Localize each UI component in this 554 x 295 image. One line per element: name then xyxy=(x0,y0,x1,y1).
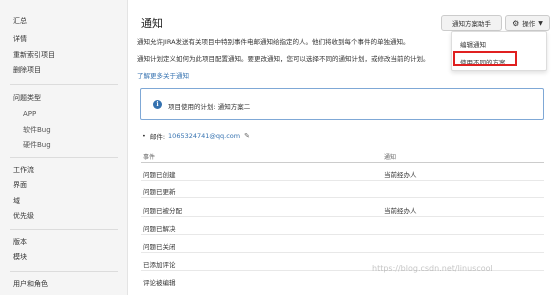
column-header-notification: 通知 xyxy=(384,154,397,161)
email-prefix: 邮件: xyxy=(149,133,166,141)
pencil-icon[interactable]: ✎ xyxy=(244,132,250,140)
gear-icon: ⚙ xyxy=(512,18,520,28)
table-row: 评论被编辑 xyxy=(141,272,544,289)
table-row: 问题已关闭 xyxy=(141,236,544,253)
menu-item-edit-notifications[interactable]: 编辑通知 xyxy=(460,39,486,49)
event-cell: 问题已关闭 xyxy=(143,243,176,251)
sidebar-divider xyxy=(10,229,118,230)
sidebar-item-hardware-bug[interactable]: 硬件Bug xyxy=(23,141,51,150)
main-content: 通知 通知方案助手 ⚙ 操作 ▼ 通知允许JIRA发送有关项目中特别事件电邮通知… xyxy=(128,0,554,295)
watermark: https://blog.csdn.net/linuscool xyxy=(372,264,493,273)
sidebar-item-software-bug[interactable]: 软件Bug xyxy=(23,126,51,135)
actions-button[interactable]: ⚙ 操作 ▼ xyxy=(505,15,550,31)
sidebar-item-reindex[interactable]: 重新索引项目 xyxy=(13,51,55,60)
notification-cell: 当前经办人 xyxy=(384,207,417,215)
table-row: 问题已更新 xyxy=(141,181,544,198)
table-row: 问题已创建 当前经办人 xyxy=(141,164,544,181)
sidebar-item-app[interactable]: APP xyxy=(23,110,36,119)
event-cell: 问题已解决 xyxy=(143,225,176,233)
learn-more-link[interactable]: 了解更多关于通知 xyxy=(137,72,189,80)
bullet-icon: • xyxy=(142,132,146,140)
sidebar-item-fields[interactable]: 域 xyxy=(13,197,20,206)
event-cell: 已添加评论 xyxy=(143,261,176,269)
table-row: 问题已被分配 当前经办人 xyxy=(141,200,544,217)
sidebar-item-summary[interactable]: 汇总 xyxy=(13,17,27,26)
highlight-box xyxy=(453,51,517,66)
description-line-2: 通知计划定义如何为此项目配置通知。要更改通知，您可以选择不同的通知计划，或修改当… xyxy=(137,55,430,63)
table-header: 事件 通知 xyxy=(141,150,544,163)
sidebar-item-versions[interactable]: 版本 xyxy=(13,238,27,247)
column-header-event: 事件 xyxy=(143,154,156,161)
email-link[interactable]: 1065324741@qq.com xyxy=(168,132,240,140)
email-row: • 邮件: 1065324741@qq.com ✎ xyxy=(142,131,250,141)
notification-cell: 当前经办人 xyxy=(384,171,417,179)
info-icon: i xyxy=(153,100,162,109)
actions-button-label: 操作 xyxy=(522,20,536,28)
description-line-1: 通知允许JIRA发送有关项目中特别事件电邮通知给指定的人。他们将收到每个事件的单… xyxy=(137,38,410,46)
notification-helper-button[interactable]: 通知方案助手 xyxy=(441,15,502,31)
page-title: 通知 xyxy=(141,17,163,30)
event-cell: 评论被编辑 xyxy=(143,279,176,287)
scheme-info-text: 项目使用的计划: 通知方案二 xyxy=(168,103,251,111)
sidebar-item-workflow[interactable]: 工作流 xyxy=(13,166,34,175)
chevron-down-icon: ▼ xyxy=(538,19,543,27)
sidebar-divider xyxy=(10,157,118,158)
event-cell: 问题已被分配 xyxy=(143,207,182,215)
sidebar-item-issue-types[interactable]: 问题类型 xyxy=(13,94,41,103)
sidebar-item-details[interactable]: 详情 xyxy=(13,35,27,44)
sidebar-divider xyxy=(10,84,118,85)
info-message: i 项目使用的计划: 通知方案二 xyxy=(140,88,544,120)
sidebar-item-delete[interactable]: 删除项目 xyxy=(13,66,41,75)
sidebar-item-components[interactable]: 模块 xyxy=(13,253,27,262)
event-cell: 问题已更新 xyxy=(143,188,176,196)
sidebar: 汇总 详情 重新索引项目 删除项目 问题类型 APP 软件Bug 硬件Bug 工… xyxy=(0,0,128,295)
sidebar-item-priorities[interactable]: 优先级 xyxy=(13,212,34,221)
sidebar-item-users-roles[interactable]: 用户和角色 xyxy=(13,280,48,289)
table-row: 问题已解决 xyxy=(141,218,544,235)
sidebar-item-screens[interactable]: 界面 xyxy=(13,181,27,190)
event-cell: 问题已创建 xyxy=(143,171,176,179)
sidebar-divider xyxy=(10,271,118,272)
